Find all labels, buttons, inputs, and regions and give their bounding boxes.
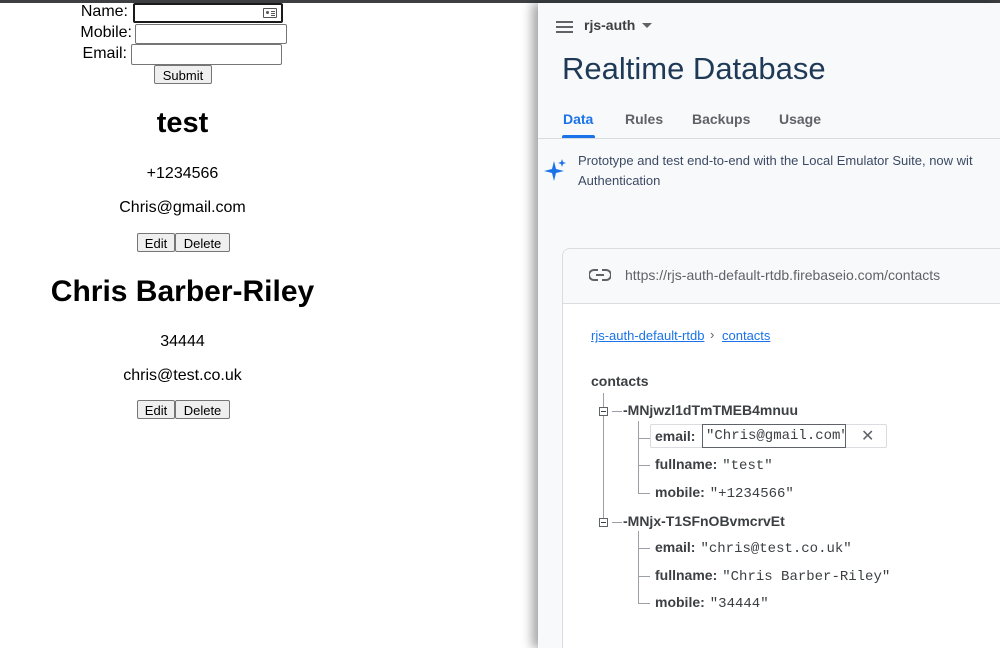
firebase-console-panel: rjs-auth Realtime Database Data Rules Ba…: [538, 3, 1000, 648]
field-key: mobile:: [655, 594, 705, 610]
tree-leaf[interactable]: fullname: "Chris Barber-Riley": [655, 567, 890, 585]
tree-guide: [638, 438, 650, 439]
contact-email: chris@test.co.uk: [123, 367, 242, 384]
edit-button[interactable]: Edit: [137, 400, 175, 419]
sparkle-icon: [544, 159, 566, 181]
field-key: fullname:: [655, 456, 718, 472]
tree-guide: [638, 603, 650, 604]
collapse-icon[interactable]: [599, 518, 608, 527]
project-selector[interactable]: rjs-auth: [584, 17, 635, 33]
tree-guide: [612, 522, 622, 523]
banner-text: Authentication: [578, 173, 661, 188]
tree-guide: [638, 493, 650, 494]
delete-button[interactable]: Delete: [175, 233, 230, 252]
field-key: email:: [655, 428, 696, 444]
field-key: mobile:: [655, 484, 705, 500]
breadcrumb-root[interactable]: rjs-auth-default-rtdb: [591, 328, 704, 343]
field-key: email:: [655, 539, 696, 555]
contact-mobile: 34444: [160, 333, 205, 350]
database-data-card: https://rjs-auth-default-rtdb.firebaseio…: [562, 248, 1000, 648]
emulator-banner: Prototype and test end-to-end with the L…: [578, 151, 1000, 191]
name-label: Name:: [80, 3, 128, 20]
delete-button[interactable]: Delete: [175, 400, 230, 419]
field-value[interactable]: "chris@test.co.uk": [700, 541, 851, 557]
link-icon[interactable]: [589, 268, 611, 282]
field-value[interactable]: "test": [722, 458, 772, 474]
mobile-label: Mobile:: [80, 24, 132, 41]
tree-leaf[interactable]: mobile: "+1234566": [655, 484, 794, 502]
name-input[interactable]: [133, 3, 283, 23]
tab-backups[interactable]: Backups: [692, 111, 750, 127]
contact-name: Chris Barber-Riley: [50, 275, 315, 308]
tree-guide: [638, 576, 650, 577]
mobile-input[interactable]: [135, 24, 287, 44]
edit-button[interactable]: Edit: [137, 233, 175, 252]
tree-leaf[interactable]: mobile: "34444": [655, 594, 769, 612]
tab-data[interactable]: Data: [563, 111, 593, 127]
tree-leaf[interactable]: fullname: "test": [655, 456, 773, 474]
breadcrumb-separator: ›: [710, 327, 715, 342]
value-edit-input[interactable]: "Chris@gmail.com": [702, 424, 846, 448]
submit-button[interactable]: Submit: [154, 65, 212, 84]
database-url-bar: https://rjs-auth-default-rtdb.firebaseio…: [563, 249, 1000, 304]
field-key: fullname:: [655, 567, 718, 583]
tree-guide: [638, 465, 650, 466]
page-title: Realtime Database: [562, 51, 826, 86]
field-value[interactable]: "Chris Barber-Riley": [722, 569, 890, 585]
inline-edit-row: email: "Chris@gmail.com" ✕: [650, 424, 887, 448]
field-value[interactable]: "34444": [710, 596, 769, 612]
field-value[interactable]: "+1234566": [710, 486, 794, 502]
database-url[interactable]: https://rjs-auth-default-rtdb.firebaseio…: [625, 267, 940, 283]
collapse-icon[interactable]: [599, 407, 608, 416]
contact-mobile: +1234566: [146, 165, 219, 182]
tree-guide: [612, 411, 622, 412]
tabs-divider: [538, 138, 1000, 139]
dropdown-caret-icon[interactable]: [642, 23, 652, 28]
autofill-contact-icon[interactable]: [263, 8, 277, 18]
email-input[interactable]: [131, 44, 282, 65]
tree-root-key[interactable]: contacts: [591, 373, 649, 389]
menu-icon[interactable]: [556, 21, 573, 23]
email-label: Email:: [82, 45, 127, 62]
tab-usage[interactable]: Usage: [779, 111, 821, 127]
tree-node-key[interactable]: -MNjwzl1dTmTMEB4mnuu: [623, 402, 798, 418]
tree-leaf[interactable]: email: "chris@test.co.uk": [655, 539, 852, 557]
contact-name: test: [156, 107, 209, 139]
tree-node-key[interactable]: -MNjx-T1SFnOBvmcrvEt: [623, 513, 785, 529]
contact-email: Chris@gmail.com: [119, 199, 246, 216]
tab-rules[interactable]: Rules: [625, 111, 663, 127]
tree-guide: [638, 421, 639, 493]
banner-text: Prototype and test end-to-end with the L…: [578, 153, 973, 168]
close-icon[interactable]: ✕: [861, 426, 874, 446]
breadcrumb-contacts[interactable]: contacts: [722, 328, 770, 343]
contacts-app: Name: Mobile: Email: Submit test +123456…: [0, 3, 540, 648]
tree-guide: [638, 548, 650, 549]
tree-guide: [638, 531, 639, 603]
